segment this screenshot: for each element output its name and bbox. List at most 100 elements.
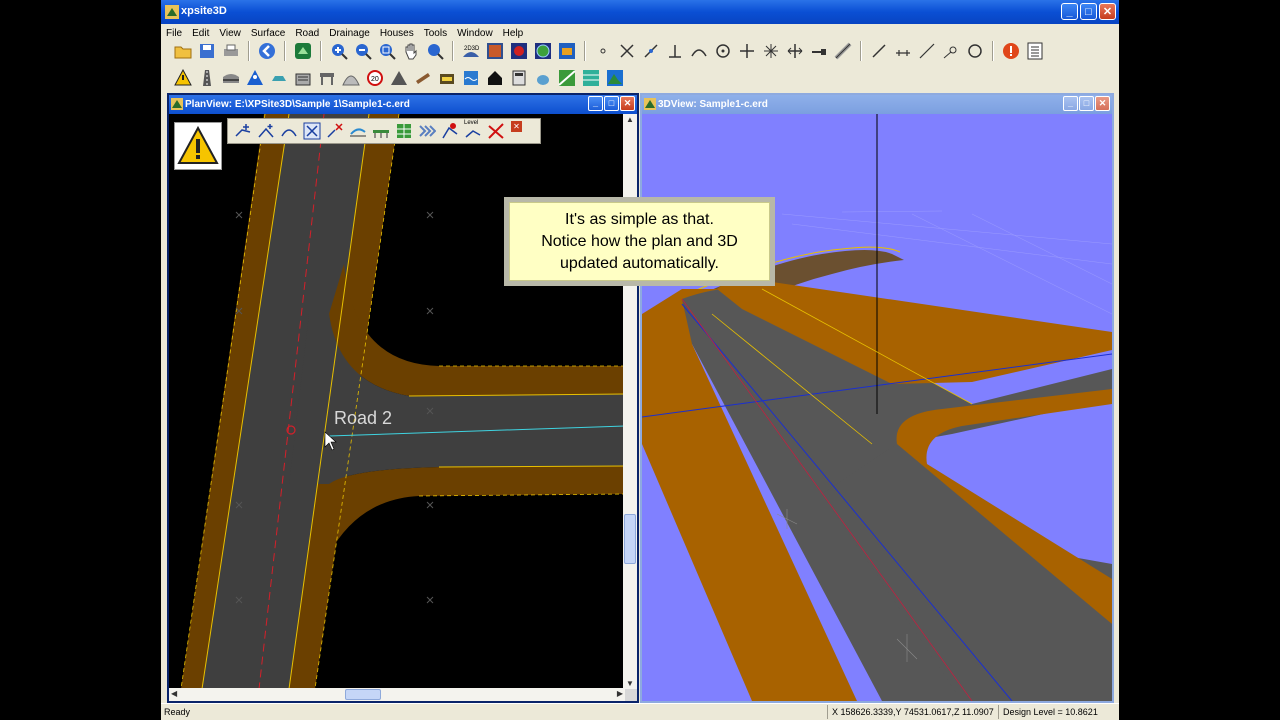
roundabout-icon[interactable] (341, 68, 361, 88)
tank-icon[interactable] (533, 68, 553, 88)
menu-houses[interactable]: Houses (375, 28, 419, 39)
scroll-left-arrow[interactable]: ◀ (171, 689, 177, 698)
warning-sign-icon[interactable] (173, 68, 193, 88)
planview-minimize-button[interactable]: _ (588, 96, 603, 111)
terrain-icon[interactable] (581, 68, 601, 88)
menu-file[interactable]: File (161, 28, 187, 39)
zoom-extents-icon[interactable] (425, 41, 445, 61)
perpendicular-icon[interactable] (665, 41, 685, 61)
zoom-in-icon[interactable] (329, 41, 349, 61)
zoom-window-icon[interactable] (377, 41, 397, 61)
insert-vertex-icon[interactable] (255, 121, 276, 142)
scroll-up-arrow[interactable]: ▲ (626, 115, 634, 124)
menu-edit[interactable]: Edit (187, 28, 214, 39)
pipe-icon[interactable] (413, 68, 433, 88)
scroll-down-arrow[interactable]: ▼ (626, 679, 634, 688)
globe-icon[interactable] (533, 41, 553, 61)
menu-surface[interactable]: Surface (246, 28, 290, 39)
texture-icon[interactable] (485, 41, 505, 61)
bridge-icon[interactable] (221, 68, 241, 88)
3dview-close-button[interactable]: ✕ (1095, 96, 1110, 111)
xpsite3d-app-icon (165, 5, 179, 19)
resize-icon[interactable] (785, 41, 805, 61)
vertical-scroll-thumb[interactable] (624, 514, 636, 564)
cross-icon[interactable] (617, 41, 637, 61)
menu-road[interactable]: Road (290, 28, 324, 39)
add-vertex-icon[interactable] (232, 121, 253, 142)
node-icon[interactable] (941, 41, 961, 61)
zoom-out-icon[interactable] (353, 41, 373, 61)
3dview-maximize-button[interactable]: □ (1079, 96, 1094, 111)
warning-icon[interactable] (1001, 41, 1021, 61)
back-arrow-icon[interactable] (257, 41, 277, 61)
culvert-icon[interactable] (437, 68, 457, 88)
segment-icon[interactable] (893, 41, 913, 61)
render-icon[interactable] (509, 41, 529, 61)
planview-horizontal-scrollbar[interactable]: ◀ ▶ (169, 688, 625, 701)
rotate-icon[interactable] (965, 41, 985, 61)
house-icon[interactable] (485, 68, 505, 88)
dimension-icon[interactable] (809, 41, 829, 61)
grid-green-icon[interactable] (557, 68, 577, 88)
planview-close-button[interactable]: ✕ (620, 96, 635, 111)
planview-titlebar[interactable]: PlanView: E:\XPSite3D\Sample 1\Sample1-c… (169, 95, 637, 114)
pedestrian-icon[interactable] (245, 68, 265, 88)
horizontal-scroll-thumb[interactable] (345, 689, 381, 700)
3dview-titlebar[interactable]: 3DView: Sample1-c.erd _ □ ✕ (642, 95, 1112, 114)
status-divider (827, 705, 828, 719)
planview-maximize-button[interactable]: □ (604, 96, 619, 111)
3dview-minimize-button[interactable]: _ (1063, 96, 1078, 111)
water-icon[interactable] (461, 68, 481, 88)
print-icon[interactable] (221, 41, 241, 61)
warning-panel-icon[interactable] (174, 122, 222, 170)
line-icon[interactable] (641, 41, 661, 61)
svg-text:2D3D: 2D3D (464, 46, 480, 52)
2d3d-toggle-icon[interactable]: 2D3D (461, 41, 481, 61)
calculator-icon[interactable] (509, 68, 529, 88)
table-icon[interactable] (393, 121, 414, 142)
arc-icon[interactable] (689, 41, 709, 61)
expand-icon[interactable] (761, 41, 781, 61)
target-icon[interactable] (713, 41, 733, 61)
close-button[interactable]: ✕ (1099, 3, 1116, 20)
point-icon[interactable] (593, 41, 613, 61)
menu-tools[interactable]: Tools (419, 28, 452, 39)
menu-drainage[interactable]: Drainage (324, 28, 375, 39)
delete-vertex-icon[interactable] (324, 121, 345, 142)
measure-icon[interactable] (833, 41, 853, 61)
level-icon[interactable]: Level (462, 120, 483, 142)
curve-icon[interactable] (278, 121, 299, 142)
bridge-section-icon[interactable] (370, 121, 391, 142)
menu-window[interactable]: Window (452, 28, 498, 39)
barrier-icon[interactable] (317, 68, 337, 88)
minimize-button[interactable]: _ (1061, 3, 1078, 20)
speed-sign-icon[interactable]: 20 (365, 68, 385, 88)
pan-hand-icon[interactable] (401, 41, 421, 61)
surface-icon[interactable] (293, 41, 313, 61)
tunnel-icon[interactable] (389, 68, 409, 88)
building-icon[interactable] (293, 68, 313, 88)
floating-toolbar-close-button[interactable]: ✕ (511, 121, 522, 132)
menu-view[interactable]: View (214, 28, 246, 39)
road-icon[interactable] (197, 68, 217, 88)
chevrons-icon[interactable] (416, 121, 437, 142)
camera-icon[interactable] (557, 41, 577, 61)
scroll-right-arrow[interactable]: ▶ (617, 689, 623, 698)
move-icon[interactable] (737, 41, 757, 61)
profile-icon[interactable] (347, 121, 368, 142)
mountain-icon[interactable] (605, 68, 625, 88)
report-icon[interactable] (1025, 41, 1045, 61)
slope-icon[interactable] (917, 41, 937, 61)
fillet-icon[interactable] (439, 121, 460, 142)
maximize-button[interactable]: □ (1080, 3, 1097, 20)
save-icon[interactable] (197, 41, 217, 61)
toolbar-separator (452, 41, 454, 61)
car-icon[interactable] (269, 68, 289, 88)
fit-icon[interactable] (301, 121, 322, 142)
open-folder-icon[interactable] (173, 41, 193, 61)
delete-road-icon[interactable] (485, 121, 506, 142)
title-bar[interactable]: xpsite3D _ □ ✕ (161, 0, 1119, 24)
line-draw-icon[interactable] (869, 41, 889, 61)
menu-help[interactable]: Help (498, 28, 529, 39)
planview-window-icon (171, 98, 183, 110)
